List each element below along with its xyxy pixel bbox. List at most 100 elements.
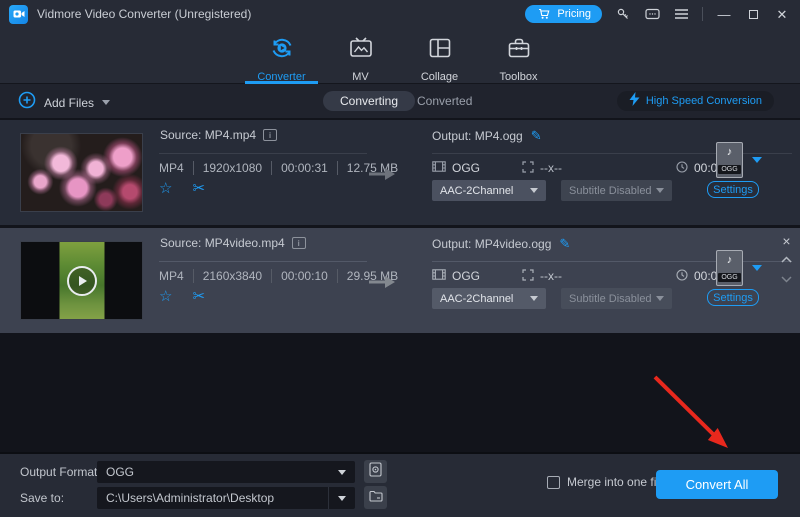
tab-converting[interactable]: Converting (323, 91, 415, 111)
resize-icon (522, 269, 534, 284)
browse-folder-button[interactable] (364, 486, 387, 509)
output-profile-icon[interactable]: ♪ OGG (716, 250, 743, 286)
profile-settings-button[interactable] (364, 460, 387, 483)
output-format-value: OGG (452, 269, 480, 283)
file-row-1: Source: MP4.mp4 i MP4 1920x1080 00:00:31… (0, 120, 800, 225)
tab-converter[interactable]: Converter (245, 28, 318, 84)
meta-format: MP4 (159, 269, 193, 283)
tab-mv[interactable]: MV (324, 28, 397, 84)
edit-effects-icon[interactable]: ☆ (159, 289, 172, 304)
tab-toolbox[interactable]: Toolbox (482, 28, 555, 84)
output-format-value: OGG (452, 161, 480, 175)
high-speed-label: High Speed Conversion (646, 95, 762, 107)
output-resolution-value: --x-- (540, 161, 562, 175)
divider (159, 153, 367, 154)
tab-converted[interactable]: Converted (417, 94, 472, 108)
menu-icon[interactable] (673, 6, 689, 22)
subtitle-select[interactable]: Subtitle Disabled (561, 288, 672, 309)
add-files-chevron-down-icon[interactable] (102, 100, 110, 105)
subtitle-select[interactable]: Subtitle Disabled (561, 180, 672, 201)
subtitle-value: Subtitle Disabled (569, 293, 652, 305)
source-filename: Source: MP4video.mp4 (160, 236, 285, 250)
file-row-2: Source: MP4video.mp4 i MP4 2160x3840 00:… (0, 228, 800, 333)
move-up-icon[interactable] (781, 250, 792, 268)
high-speed-conversion-button[interactable]: High Speed Conversion (617, 91, 774, 111)
format-badge: OGG (718, 273, 740, 282)
source-filename: Source: MP4.mp4 (160, 128, 256, 142)
footer-bar: Output Format: OGG Save to: C:\Users\Adm… (0, 452, 800, 517)
clock-icon (676, 161, 688, 176)
lightning-icon (629, 92, 640, 111)
merge-checkbox[interactable] (547, 476, 560, 489)
film-icon (432, 269, 446, 283)
profile-chevron-down-icon[interactable] (752, 265, 762, 271)
register-key-icon[interactable] (615, 6, 631, 22)
divider (159, 261, 367, 262)
settings-label: Settings (713, 292, 753, 304)
cut-scissors-icon[interactable]: ✂ (192, 181, 205, 196)
remove-file-icon[interactable]: × (782, 234, 790, 248)
merge-option: Merge into one file (547, 475, 666, 489)
film-icon (432, 161, 446, 175)
main-nav: Converter MV Collage Toolbox (0, 28, 800, 84)
mv-icon (348, 35, 374, 66)
pricing-button[interactable]: Pricing (525, 5, 602, 23)
add-files-button[interactable]: Add Files (18, 91, 110, 114)
save-to-select[interactable]: C:\Users\Administrator\Desktop (97, 487, 355, 509)
output-profile-icon[interactable]: ♪ OGG (716, 142, 743, 178)
chevron-down-icon (530, 296, 538, 301)
toolbar: Add Files Converting Converted High Spee… (0, 84, 800, 118)
tab-collage[interactable]: Collage (403, 28, 476, 84)
app-window: Vidmore Video Converter (Unregistered) P… (0, 0, 800, 517)
audio-track-select[interactable]: AAC-2Channel (432, 180, 546, 201)
meta-format: MP4 (159, 161, 193, 175)
add-files-label: Add Files (44, 96, 94, 110)
title-bar: Vidmore Video Converter (Unregistered) P… (0, 0, 800, 28)
clock-icon (676, 269, 688, 284)
play-icon[interactable] (67, 266, 97, 296)
rename-pencil-icon[interactable]: ✎ (559, 236, 570, 252)
tab-collage-label: Collage (421, 71, 458, 83)
info-icon[interactable]: i (263, 129, 277, 141)
video-thumbnail-flowers[interactable] (20, 133, 143, 212)
minimize-button[interactable]: — (716, 8, 732, 21)
window-title: Vidmore Video Converter (Unregistered) (37, 7, 251, 21)
settings-label: Settings (713, 184, 753, 196)
output-format-select[interactable]: OGG (97, 461, 355, 483)
pricing-label: Pricing (557, 8, 591, 20)
save-to-path: C:\Users\Administrator\Desktop (106, 491, 274, 505)
transfer-arrow-icon (368, 166, 396, 187)
meta-duration: 00:00:31 (271, 161, 337, 175)
folder-icon (369, 489, 383, 507)
annotation-arrow (640, 364, 740, 456)
maximize-button[interactable] (745, 10, 761, 19)
chevron-down-icon (338, 470, 346, 475)
info-icon[interactable]: i (292, 237, 306, 249)
cart-icon (536, 6, 552, 22)
output-filename: Output: MP4.ogg (432, 129, 523, 143)
chevron-down-icon (656, 296, 664, 301)
audio-track-value: AAC-2Channel (440, 293, 513, 305)
titlebar-separator (702, 7, 703, 21)
meta-resolution: 2160x3840 (193, 269, 271, 283)
collage-icon (427, 35, 453, 66)
output-filename: Output: MP4video.ogg (432, 237, 551, 251)
convert-all-button[interactable]: Convert All (656, 470, 778, 499)
settings-button[interactable]: Settings (707, 181, 759, 198)
close-button[interactable]: ✕ (774, 8, 790, 21)
output-format-value: OGG (106, 465, 134, 479)
audio-track-select[interactable]: AAC-2Channel (432, 288, 546, 309)
rename-pencil-icon[interactable]: ✎ (531, 128, 542, 144)
settings-button[interactable]: Settings (707, 289, 759, 306)
meta-resolution: 1920x1080 (193, 161, 271, 175)
tab-toolbox-label: Toolbox (500, 71, 538, 83)
profile-chevron-down-icon[interactable] (752, 157, 762, 163)
app-logo-icon (9, 5, 28, 24)
audio-track-value: AAC-2Channel (440, 185, 513, 197)
move-down-icon[interactable] (781, 270, 792, 288)
feedback-icon[interactable] (644, 6, 660, 22)
edit-effects-icon[interactable]: ☆ (159, 181, 172, 196)
transfer-arrow-icon (368, 274, 396, 295)
video-thumbnail-portrait[interactable] (20, 241, 143, 320)
cut-scissors-icon[interactable]: ✂ (192, 289, 205, 304)
